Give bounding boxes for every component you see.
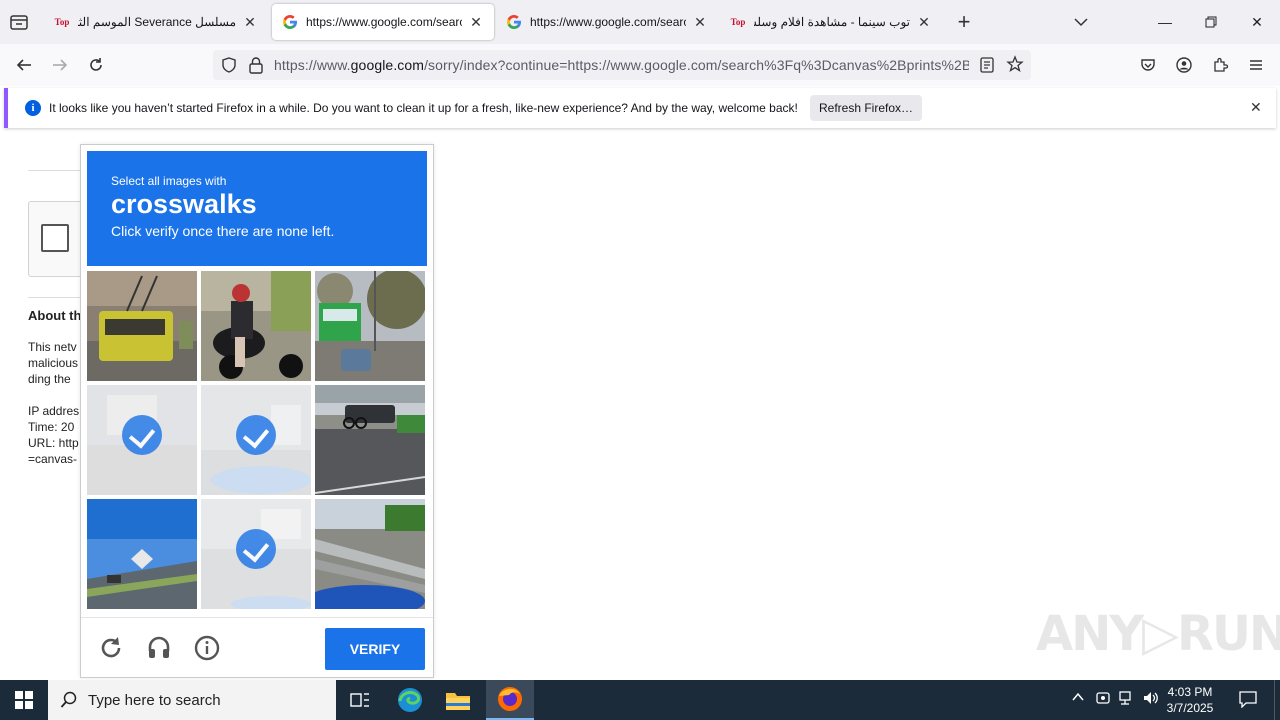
close-window-icon[interactable]: ✕: [1234, 0, 1280, 44]
minimize-icon[interactable]: —: [1142, 0, 1188, 44]
refresh-firefox-button[interactable]: Refresh Firefox…: [810, 95, 922, 121]
reload-challenge-icon[interactable]: [95, 632, 127, 664]
info-icon[interactable]: [191, 632, 223, 664]
tab-title: https://www.google.com/search?q: [530, 15, 686, 29]
tab-title: مسلسل Severance الموسم الثاني: [78, 15, 236, 29]
recaptcha-checkbox[interactable]: [41, 224, 69, 252]
captcha-hint: Click verify once there are none left.: [111, 223, 335, 239]
checkmark-icon: [236, 529, 276, 569]
page-text-line: IP addres: [28, 404, 80, 418]
captcha-tile[interactable]: [315, 271, 425, 381]
tab-google-2[interactable]: https://www.google.com/search?q ✕: [496, 4, 718, 40]
shield-icon[interactable]: [220, 56, 238, 79]
chevron-down-icon[interactable]: [1070, 12, 1092, 32]
checkmark-icon: [236, 415, 276, 455]
clock-time: 4:03 PM: [1167, 685, 1213, 699]
url-domain: google.com: [350, 57, 425, 73]
restore-icon[interactable]: [1188, 0, 1234, 44]
topcinema-icon: Top: [730, 16, 746, 27]
extensions-icon[interactable]: [1206, 51, 1234, 79]
taskbar: Type here to search 4:03 PM 3/7/2025: [0, 680, 1280, 720]
taskbar-search-input[interactable]: Type here to search: [48, 680, 336, 720]
close-tab-icon[interactable]: ✕: [916, 14, 932, 31]
google-icon: [506, 14, 522, 30]
back-icon[interactable]: [10, 51, 38, 79]
captcha-footer: VERIFY: [81, 617, 433, 677]
search-icon: [60, 691, 77, 708]
captcha-tile[interactable]: [201, 271, 311, 381]
captcha-tile[interactable]: [315, 385, 425, 495]
file-explorer-icon[interactable]: [434, 680, 482, 720]
notifications-icon[interactable]: [1238, 690, 1258, 711]
menu-icon[interactable]: [1242, 51, 1270, 79]
captcha-tile[interactable]: [87, 271, 197, 381]
search-placeholder: Type here to search: [88, 692, 221, 709]
show-hidden-icons[interactable]: [1071, 690, 1085, 707]
tab-strip: Top مسلسل Severance الموسم الثاني ✕ http…: [0, 0, 1280, 44]
meet-now-icon[interactable]: [1095, 690, 1111, 709]
new-tab-icon[interactable]: +: [952, 10, 976, 34]
page-text-line: =canvas-: [28, 452, 78, 466]
verify-button[interactable]: VERIFY: [325, 628, 425, 670]
close-icon[interactable]: ✕: [1250, 99, 1262, 116]
firefox-refresh-notification: i It looks like you haven’t started Fire…: [4, 88, 1276, 128]
page-text-line: This netv: [28, 340, 77, 354]
firefox-taskbar-icon[interactable]: [486, 680, 534, 720]
reload-icon[interactable]: [82, 51, 110, 79]
bookmark-star-icon[interactable]: [1006, 55, 1024, 78]
captcha-instruction: Select all images with: [111, 174, 227, 188]
tab-severance[interactable]: Top مسلسل Severance الموسم الثاني ✕: [44, 4, 268, 40]
captcha-tile[interactable]: [87, 499, 197, 609]
divider: [28, 297, 80, 298]
clock-date: 3/7/2025: [1166, 701, 1214, 715]
windows-start-icon[interactable]: [0, 680, 48, 720]
captcha-header: Select all images with crosswalks Click …: [87, 151, 427, 266]
captcha-target: crosswalks: [111, 189, 257, 219]
captcha-challenge: Select all images with crosswalks Click …: [80, 144, 434, 678]
captcha-tile-selected[interactable]: [201, 385, 311, 495]
network-icon[interactable]: [1118, 690, 1136, 709]
url-path: /sorry/index?continue=https://www.google…: [424, 57, 969, 73]
task-view-icon[interactable]: [336, 680, 384, 720]
checkmark-icon: [122, 415, 162, 455]
taskbar-clock[interactable]: 4:03 PM 3/7/2025: [1160, 684, 1220, 716]
notification-message: It looks like you haven’t started Firefo…: [49, 101, 798, 115]
page-text-line: Time: 20: [28, 420, 75, 434]
anyrun-watermark: ANY▷RUN: [1036, 606, 1280, 662]
tab-list-icon[interactable]: [8, 12, 30, 32]
tab-google-active[interactable]: https://www.google.com/search?q ✕: [272, 4, 494, 40]
lock-icon[interactable]: [248, 56, 264, 79]
captcha-tile[interactable]: [315, 499, 425, 609]
close-tab-icon[interactable]: ✕: [242, 14, 258, 31]
page-text-line: URL: http: [28, 436, 79, 450]
tab-title: توب سينما - مشاهدة افلام وسلسلات: [754, 15, 910, 29]
close-tab-icon[interactable]: ✕: [692, 14, 708, 31]
tab-topcinema[interactable]: Top توب سينما - مشاهدة افلام وسلسلات ✕: [720, 4, 942, 40]
google-icon: [282, 14, 298, 30]
page-text-line: malicious: [28, 356, 79, 370]
audio-challenge-icon[interactable]: [143, 632, 175, 664]
captcha-tile-selected[interactable]: [201, 499, 311, 609]
show-desktop-button[interactable]: [1274, 680, 1280, 720]
pocket-icon[interactable]: [1134, 51, 1162, 79]
page-text-line: ding the: [28, 372, 71, 386]
edge-icon[interactable]: [386, 680, 434, 720]
navigation-bar: https://www.google.com/sorry/index?conti…: [0, 44, 1280, 86]
url-bar[interactable]: https://www.google.com/sorry/index?conti…: [213, 50, 1031, 80]
close-tab-icon[interactable]: ✕: [468, 14, 484, 31]
forward-icon[interactable]: [46, 51, 74, 79]
divider: [28, 170, 80, 171]
topcinema-icon: Top: [54, 16, 70, 27]
url-text[interactable]: https://www.google.com/sorry/index?conti…: [274, 57, 969, 73]
about-heading: About th: [28, 308, 82, 323]
volume-icon[interactable]: [1142, 690, 1160, 709]
reader-view-icon[interactable]: [979, 56, 995, 79]
url-prefix: https://www.: [274, 57, 351, 73]
account-icon[interactable]: [1170, 51, 1198, 79]
info-icon: i: [25, 100, 41, 116]
captcha-tile-selected[interactable]: [87, 385, 197, 495]
tab-title: https://www.google.com/search?q: [306, 15, 462, 29]
